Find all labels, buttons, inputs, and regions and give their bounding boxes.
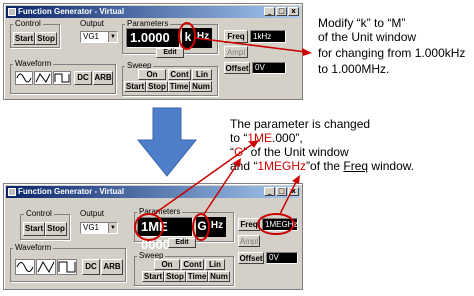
arrowhead-icon	[302, 48, 312, 56]
highlight-circle-k	[178, 22, 196, 50]
arrowhead-icon	[249, 140, 259, 148]
pointer-arrow-1megHz	[279, 179, 298, 215]
annotation-overlay	[134, 22, 312, 241]
arrowhead-icon	[292, 175, 300, 184]
pointer-arrow-g	[203, 162, 239, 215]
highlight-circle-1me	[134, 213, 164, 241]
down-arrow-icon	[136, 107, 198, 177]
pointer-arrow-top	[194, 37, 307, 53]
highlight-circle-1megHz	[257, 213, 295, 235]
highlight-circle-g	[192, 213, 210, 241]
